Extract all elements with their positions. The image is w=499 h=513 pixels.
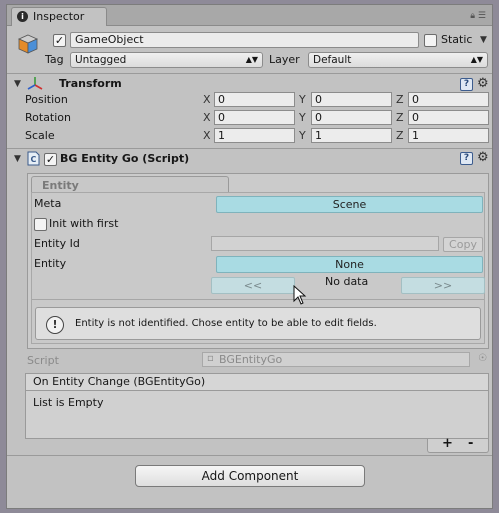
entity-select-button[interactable]: None <box>216 256 483 273</box>
tab-entity[interactable]: Entity <box>31 176 229 193</box>
previous-button[interactable]: << <box>211 277 295 294</box>
gameobject-cube-icon <box>18 34 38 54</box>
remove-list-item-button[interactable]: - <box>468 436 473 451</box>
tag-dropdown-arrow-icon: ▲▼ <box>245 55 258 64</box>
layer-dropdown-arrow-icon: ▲▼ <box>470 55 483 64</box>
static-dropdown-icon[interactable]: ▼ <box>480 35 487 45</box>
script-file-icon: C <box>27 151 40 166</box>
static-checkbox[interactable] <box>424 34 437 47</box>
axis-z-label[interactable]: Z <box>396 93 404 106</box>
axis-y-label[interactable]: Y <box>299 129 306 142</box>
window-menu-icons[interactable]: 🔒︎ ☰ <box>470 11 486 21</box>
help-box-text: Entity is not identified. Chose entity t… <box>75 318 377 329</box>
gameobject-active-checkbox[interactable]: ✓ <box>53 34 66 47</box>
layer-label: Layer <box>269 53 300 66</box>
mouse-cursor-icon <box>293 285 307 305</box>
transform-foldout-icon[interactable]: ▼ <box>14 79 21 89</box>
script-label: Script <box>27 354 59 367</box>
rotation-z-field[interactable]: 0 <box>408 110 489 125</box>
script-help-icon[interactable]: ? <box>460 152 473 165</box>
list-add-remove-footer: + - <box>427 436 489 453</box>
tag-label: Tag <box>45 53 64 66</box>
axis-z-label[interactable]: Z <box>396 111 404 124</box>
scale-x-field[interactable]: 1 <box>214 128 295 143</box>
on-entity-change-list: On Entity Change (BGEntityGo) List is Em… <box>25 373 489 439</box>
entity-label: Entity <box>34 257 67 270</box>
transform-title: Transform <box>59 77 122 90</box>
entity-panel: Entity Meta Scene Init with first Entity… <box>27 173 489 349</box>
tab-entity-label: Entity <box>42 179 79 192</box>
layer-dropdown-value: Default <box>313 54 352 66</box>
lock-icon[interactable]: 🔒︎ <box>470 11 475 21</box>
position-x-field[interactable]: 0 <box>214 92 295 107</box>
axis-x-label[interactable]: X <box>203 93 211 106</box>
script-gear-icon[interactable]: ⚙ <box>477 151 489 164</box>
help-box: ! Entity is not identified. Chose entity… <box>35 307 481 340</box>
list-header: On Entity Change (BGEntityGo) <box>26 374 488 391</box>
meta-scene-button[interactable]: Scene <box>216 196 483 213</box>
script-foldout-icon[interactable]: ▼ <box>14 154 21 164</box>
entity-id-label: Entity Id <box>34 237 80 250</box>
tab-strip: i Inspector 🔒︎ ☰ <box>7 5 492 26</box>
info-icon: i <box>17 11 28 22</box>
list-body: List is Empty <box>26 391 488 438</box>
no-data-label: No data <box>325 275 369 288</box>
init-with-first-checkbox[interactable] <box>34 218 47 231</box>
list-empty-text: List is Empty <box>33 396 104 409</box>
script-component-title: BG Entity Go (Script) <box>60 152 190 165</box>
info-icon: ! <box>46 316 64 334</box>
transform-row-label: Rotation <box>25 111 72 124</box>
transform-row-label: Position <box>25 93 68 106</box>
script-reference-value: BGEntityGo <box>219 353 283 366</box>
meta-label: Meta <box>34 197 62 210</box>
scale-y-field[interactable]: 1 <box>311 128 392 143</box>
add-component-button[interactable]: Add Component <box>135 465 365 487</box>
script-reference-field: ▫ BGEntityGo <box>202 352 470 367</box>
position-y-field[interactable]: 0 <box>311 92 392 107</box>
divider <box>7 455 492 456</box>
script-file-small-icon: ▫ <box>207 353 214 364</box>
axis-x-label[interactable]: X <box>203 111 211 124</box>
tag-dropdown-value: Untagged <box>75 54 127 66</box>
static-label: Static <box>441 33 473 46</box>
position-z-field[interactable]: 0 <box>408 92 489 107</box>
tab-inspector[interactable]: i Inspector <box>11 7 107 26</box>
divider <box>32 299 484 300</box>
svg-text:C: C <box>31 155 37 164</box>
script-enabled-checkbox[interactable]: ✓ <box>44 153 57 166</box>
axis-y-label[interactable]: Y <box>299 111 306 124</box>
layer-dropdown[interactable]: Default ▲▼ <box>308 52 488 68</box>
transform-gear-icon[interactable]: ⚙ <box>477 77 489 90</box>
divider <box>7 148 492 149</box>
next-button[interactable]: >> <box>401 277 485 294</box>
tag-dropdown[interactable]: Untagged ▲▼ <box>70 52 263 68</box>
transform-row-label: Scale <box>25 129 55 142</box>
rotation-y-field[interactable]: 0 <box>311 110 392 125</box>
add-list-item-button[interactable]: + <box>442 436 453 451</box>
scale-z-field[interactable]: 1 <box>408 128 489 143</box>
init-with-first-label: Init with first <box>49 217 119 230</box>
inspector-window: i Inspector 🔒︎ ☰ ✓ GameObject Static ▼ T… <box>6 4 493 509</box>
divider <box>7 73 492 74</box>
rotation-x-field[interactable]: 0 <box>214 110 295 125</box>
entity-id-field <box>211 236 439 251</box>
axis-z-label[interactable]: Z <box>396 129 404 142</box>
menu-icon[interactable]: ☰ <box>478 11 486 21</box>
gameobject-name-field[interactable]: GameObject <box>70 32 419 48</box>
tab-inspector-label: Inspector <box>33 10 85 23</box>
transform-help-icon[interactable]: ? <box>460 78 473 91</box>
axis-x-label[interactable]: X <box>203 129 211 142</box>
transform-axes-icon <box>27 77 43 90</box>
axis-y-label[interactable]: Y <box>299 93 306 106</box>
object-picker-icon[interactable]: ☉ <box>478 353 487 364</box>
copy-button[interactable]: Copy <box>443 237 483 252</box>
